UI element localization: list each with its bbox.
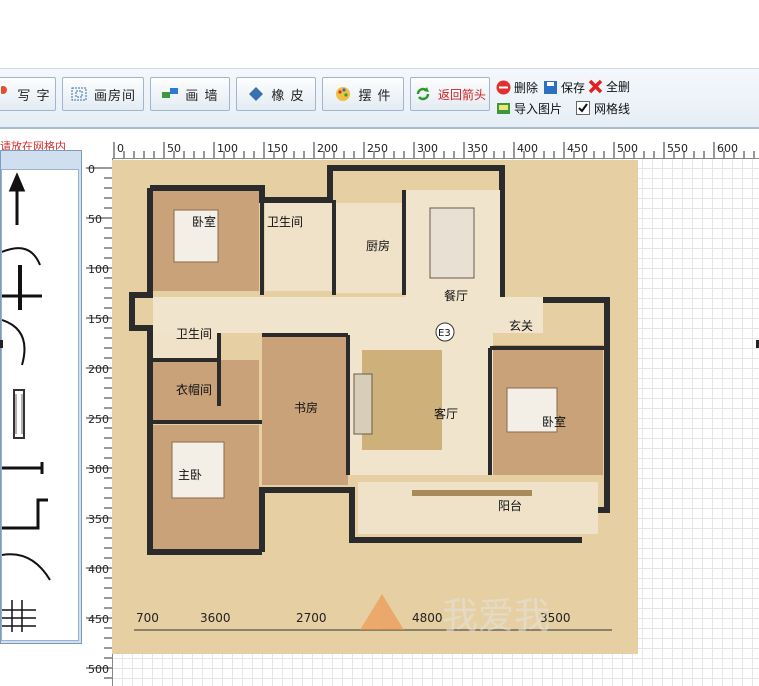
floor-plan-image[interactable]: 卧室 卫生间 厨房 餐厅 卫生间 玄关 衣帽间 书房 客厅 卧室 主卧 阳台 E… [112,160,638,654]
eraser-button[interactable]: 橡 皮 [236,77,316,111]
ruler-y-tick: 500 [88,663,109,676]
pencil-icon [0,85,11,103]
return-arrow-button[interactable]: 返回箭头 [410,77,490,111]
save-label: 保存 [561,81,586,95]
ruler-y-tick: 300 [88,463,109,476]
ruler-x-tick: 250 [367,142,388,155]
room-label-bathroom-top: 卫生间 [267,215,303,229]
room-label-study: 书房 [294,400,318,415]
ruler-x-tick: 600 [717,142,738,155]
ruler-x-tick: 350 [467,142,488,155]
eraser-icon [247,85,265,103]
draw-room-button[interactable]: 画房间 [62,77,144,111]
marker-text: E3 [438,328,451,339]
grid-lines-label: 网格线 [594,102,631,116]
delete-all-button[interactable]: 全删 [588,78,630,95]
room-label-living: 客厅 [434,406,458,421]
draw-room-label: 画房间 [93,88,136,104]
resize-handle-left[interactable] [0,340,3,348]
room-label-bedroom-nw: 卧室 [192,214,216,229]
room-label-master-bedroom: 主卧 [178,468,202,482]
write-text-button[interactable]: 写 字 [0,77,56,111]
delete-icon [496,80,511,95]
ruler-x-tick: 450 [567,142,588,155]
palette-icon [334,85,352,103]
ruler-y-tick: 350 [88,513,109,526]
room-label-dining: 餐厅 [444,288,468,303]
draw-wall-button[interactable]: 画 墙 [150,77,230,111]
ruler-x-tick: 200 [317,142,338,155]
delete-button[interactable]: 删除 [496,79,538,96]
ruler-y-tick: 450 [88,613,109,626]
ruler-x-tick: 300 [417,142,438,155]
ruler-x-tick: 400 [517,142,538,155]
watermark-text: 我爱我 [442,596,550,637]
draw-wall-label: 画 墙 [185,88,219,104]
room-label-bathroom-mid: 卫生间 [176,327,212,341]
ruler-y-tick: 250 [88,413,109,426]
wall-corner-icon [2,498,48,530]
dimension-700: 700 [136,611,159,625]
ruler-x-tick: 100 [217,142,238,155]
import-image-label: 导入图片 [514,102,563,116]
dimension-3600: 3600 [200,611,231,625]
eraser-label: 橡 皮 [271,88,305,104]
ruler-x-tick: 550 [667,142,688,155]
room-label-entry: 玄关 [509,318,533,333]
room-label-balcony: 阳台 [498,498,522,513]
place-furniture-label: 摆 件 [358,88,392,104]
ruler-x-tick: 0 [117,142,124,155]
delete-label: 删除 [514,81,539,95]
red-x-icon [588,79,603,94]
room-label-kitchen: 厨房 [366,238,390,253]
place-furniture-button[interactable]: 摆 件 [322,77,404,111]
ruler-left: 0 50 100 150 200 250 300 350 400 450 500 [86,158,113,686]
ruler-x-tick: 150 [267,142,288,155]
grid-lines-toggle[interactable]: 网格线 [576,100,630,117]
ruler-y-tick: 200 [88,363,109,376]
ruler-y-tick: 150 [88,313,109,326]
ruler-y-tick: 0 [88,163,95,176]
stairs-icon [2,600,36,632]
ruler-top: 0 50 100 150 200 250 300 350 400 450 500 550 600 [112,140,759,159]
grid-room-icon [70,85,88,103]
refresh-arrow-icon [414,85,432,103]
symbol-palette-list[interactable] [1,169,79,641]
ruler-y-tick: 400 [88,563,109,576]
ruler-x-tick: 500 [617,142,638,155]
ruler-y-tick: 50 [88,213,102,226]
dimension-4800: 4800 [412,611,443,625]
delete-all-label: 全删 [606,80,631,94]
toolbar: 写 字 画房间 画 墙 橡 皮 摆 件 返回箭头 删除 保存 全删 导入图片 网… [0,68,759,129]
door-swing-icon [1,247,41,266]
ruler-y-tick: 100 [88,263,109,276]
import-image-button[interactable]: 导入图片 [496,100,562,117]
save-button[interactable]: 保存 [543,79,585,96]
dimension-2700: 2700 [296,611,327,625]
return-arrow-label: 返回箭头 [437,87,486,102]
checkbox-checked-icon[interactable] [576,101,591,116]
floppy-disk-icon [543,80,558,95]
ruler-x-tick: 50 [167,142,181,155]
room-label-cloakroom: 衣帽间 [176,382,212,397]
write-text-label: 写 字 [17,88,51,104]
marker-e3: E3 [435,322,455,342]
symbol-palette [0,150,82,644]
palette-symbols [1,172,51,632]
image-icon [496,101,511,116]
wall-icon [161,85,179,103]
room-label-bedroom-e: 卧室 [542,414,566,429]
